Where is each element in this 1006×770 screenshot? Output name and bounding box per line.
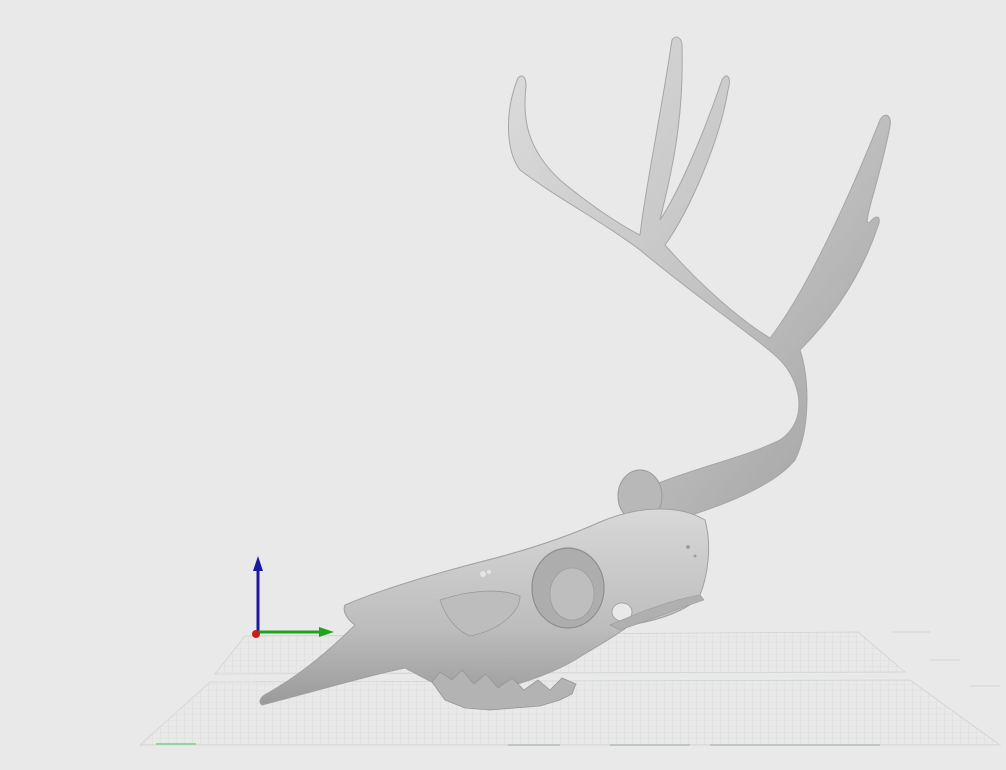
z-axis-arrow-icon bbox=[253, 556, 263, 571]
eye-socket-inner bbox=[549, 567, 595, 621]
deer-skull-model[interactable] bbox=[259, 36, 891, 711]
foramen-hole bbox=[686, 545, 690, 549]
3d-viewport[interactable] bbox=[0, 0, 1006, 770]
foramen-hole bbox=[693, 554, 697, 558]
x-axis-origin-icon bbox=[252, 630, 260, 638]
foramen-hole bbox=[487, 570, 491, 574]
axis-gizmo[interactable] bbox=[252, 556, 334, 638]
antler-main-beam bbox=[508, 36, 891, 526]
viewport-canvas[interactable] bbox=[0, 0, 1006, 770]
foramen-hole bbox=[480, 571, 486, 577]
